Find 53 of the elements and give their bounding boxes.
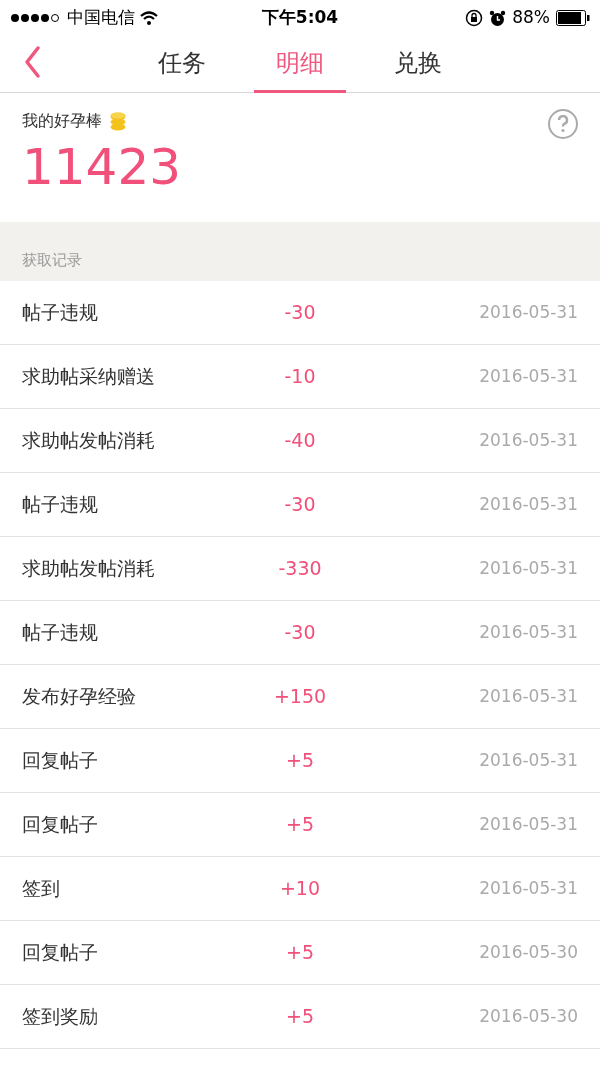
record-amount: -330 [278,556,322,582]
record-amount: -30 [284,300,316,326]
record-amount: +10 [279,876,321,902]
help-button[interactable] [548,109,578,139]
coins-icon [110,111,126,131]
record-date: 2016-05-31 [479,876,578,900]
record-date: 2016-05-30 [479,1004,578,1028]
record-date: 2016-05-31 [479,492,578,516]
record-name: 求助帖采纳赠送 [22,365,155,388]
carrier-name: 中国电信 [67,6,135,30]
status-time: 下午5:04 [261,6,339,30]
record-name: 帖子违规 [22,301,98,324]
record-amount: +5 [286,812,314,838]
tab[interactable]: 兑换 [372,36,464,93]
alarm-icon [489,9,507,27]
record-name: 求助帖发帖消耗 [22,557,155,580]
record-date: 2016-05-31 [479,556,578,580]
record-date: 2016-05-31 [479,748,578,772]
back-icon [23,45,41,79]
record-date: 2016-05-31 [479,620,578,644]
battery-icon [556,10,590,26]
record-amount: +150 [273,684,327,710]
record-date: 2016-05-31 [479,428,578,452]
signal-icon [10,13,62,23]
record-name: 回复帖子 [22,749,98,772]
record-name: 签到奖励 [22,1005,98,1028]
record-name: 签到 [22,877,60,900]
record-name: 求助帖发帖消耗 [22,429,155,452]
record-name: 帖子违规 [22,493,98,516]
record-name: 发布好孕经验 [22,685,136,708]
wifi-icon [140,11,158,25]
balance-label: 我的好孕棒 [22,110,102,132]
record-date: 2016-05-31 [479,812,578,836]
balance-value: 11423 [22,137,183,197]
record-date: 2016-05-31 [479,684,578,708]
record-name: 帖子违规 [22,621,98,644]
record-date: 2016-05-31 [479,364,578,388]
section-title: 获取记录 [22,249,82,271]
record-amount: -10 [284,364,316,390]
record-date: 2016-05-31 [479,300,578,324]
record-name: 回复帖子 [22,941,98,964]
record-amount: -30 [284,620,316,646]
rotation-lock-icon [465,9,484,27]
record-name: 回复帖子 [22,813,98,836]
help-icon [557,115,569,133]
record-amount: +5 [286,940,314,966]
record-date: 2016-05-30 [479,940,578,964]
tab[interactable]: 任务 [136,36,228,93]
record-amount: +5 [286,1004,314,1030]
record-amount: +5 [286,748,314,774]
battery-percent: 88% [512,6,550,30]
record-amount: -30 [284,492,316,518]
record-amount: -40 [284,428,316,454]
